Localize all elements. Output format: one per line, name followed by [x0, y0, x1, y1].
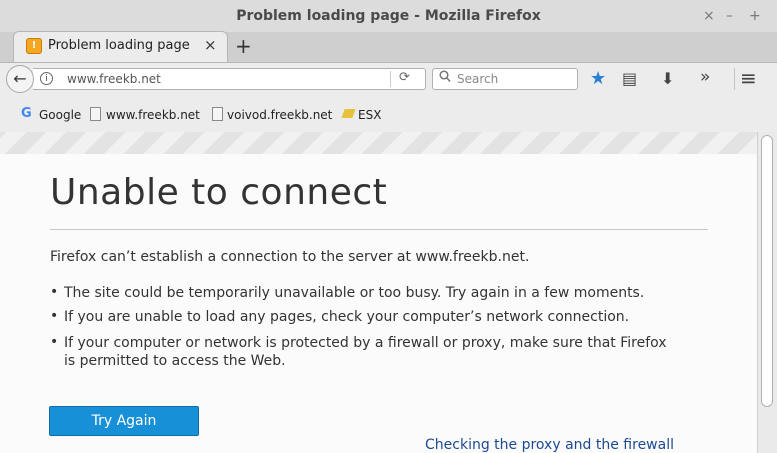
list-item: • If your computer or network is protect… [50, 334, 710, 370]
list-item: • If you are unable to load any pages, c… [50, 308, 710, 326]
info-icon[interactable]: i [40, 72, 53, 85]
hamburger-menu-icon[interactable]: ≡ [740, 66, 757, 90]
page-icon [212, 107, 223, 121]
page-icon [90, 107, 101, 121]
list-item: • The site could be temporarily unavaila… [50, 284, 710, 302]
minimize-window-button[interactable]: – [726, 8, 733, 24]
tab-problem-loading[interactable]: ! Problem loading page × [13, 31, 228, 62]
new-tab-button[interactable]: + [235, 34, 252, 58]
vertical-scrollbar[interactable] [757, 132, 777, 453]
url-bar[interactable]: i www.freekb.net ⟳ [33, 68, 426, 90]
try-again-button[interactable]: Try Again [49, 406, 199, 436]
google-icon: G [21, 106, 32, 121]
bullet-text: If you are unable to load any pages, che… [64, 309, 630, 325]
search-icon [439, 70, 451, 87]
bookmark-star-icon[interactable]: ★ [590, 68, 606, 89]
close-window-button[interactable]: × [703, 8, 715, 24]
bookmark-esx[interactable]: ESX [358, 108, 381, 122]
overflow-chevron-icon[interactable]: » [700, 67, 710, 87]
warning-icon: ! [26, 38, 42, 54]
tab-title: Problem loading page [48, 38, 190, 53]
maximize-window-button[interactable]: + [749, 8, 761, 24]
back-button[interactable]: ← [6, 65, 34, 93]
download-icon[interactable]: ⬇ [661, 69, 674, 88]
error-description: Firefox can’t establish a connection to … [50, 249, 530, 265]
warning-stripe [0, 132, 757, 154]
bookmark-voivod[interactable]: voivod.freekb.net [227, 108, 332, 122]
toolbar-divider [734, 68, 735, 90]
reload-icon[interactable]: ⟳ [399, 70, 410, 85]
search-bar[interactable]: Search [432, 68, 578, 90]
url-text[interactable]: www.freekb.net [67, 72, 161, 86]
bullet-marker: • [50, 308, 59, 324]
scrollbar-thumb[interactable] [761, 135, 773, 407]
bullet-marker: • [50, 334, 59, 350]
bullet-text: The site could be temporarily unavailabl… [64, 285, 645, 301]
tab-close-button[interactable]: × [204, 36, 217, 54]
url-divider [390, 71, 391, 87]
advanced-info-text: Checking the proxy and the firewall [425, 437, 674, 453]
window-title: Problem loading page - Mozilla Firefox [236, 8, 541, 24]
error-heading: Unable to connect [50, 172, 388, 213]
heading-divider [50, 229, 708, 230]
bullet-marker: • [50, 284, 59, 300]
bookmark-freekb[interactable]: www.freekb.net [106, 108, 200, 122]
reading-list-icon[interactable]: ▤ [622, 69, 637, 88]
search-placeholder: Search [457, 72, 499, 86]
bullet-text: If your computer or network is protected… [64, 335, 667, 369]
page-content: Unable to connect Firefox can’t establis… [0, 132, 757, 453]
bookmark-google[interactable]: Google [39, 108, 81, 122]
